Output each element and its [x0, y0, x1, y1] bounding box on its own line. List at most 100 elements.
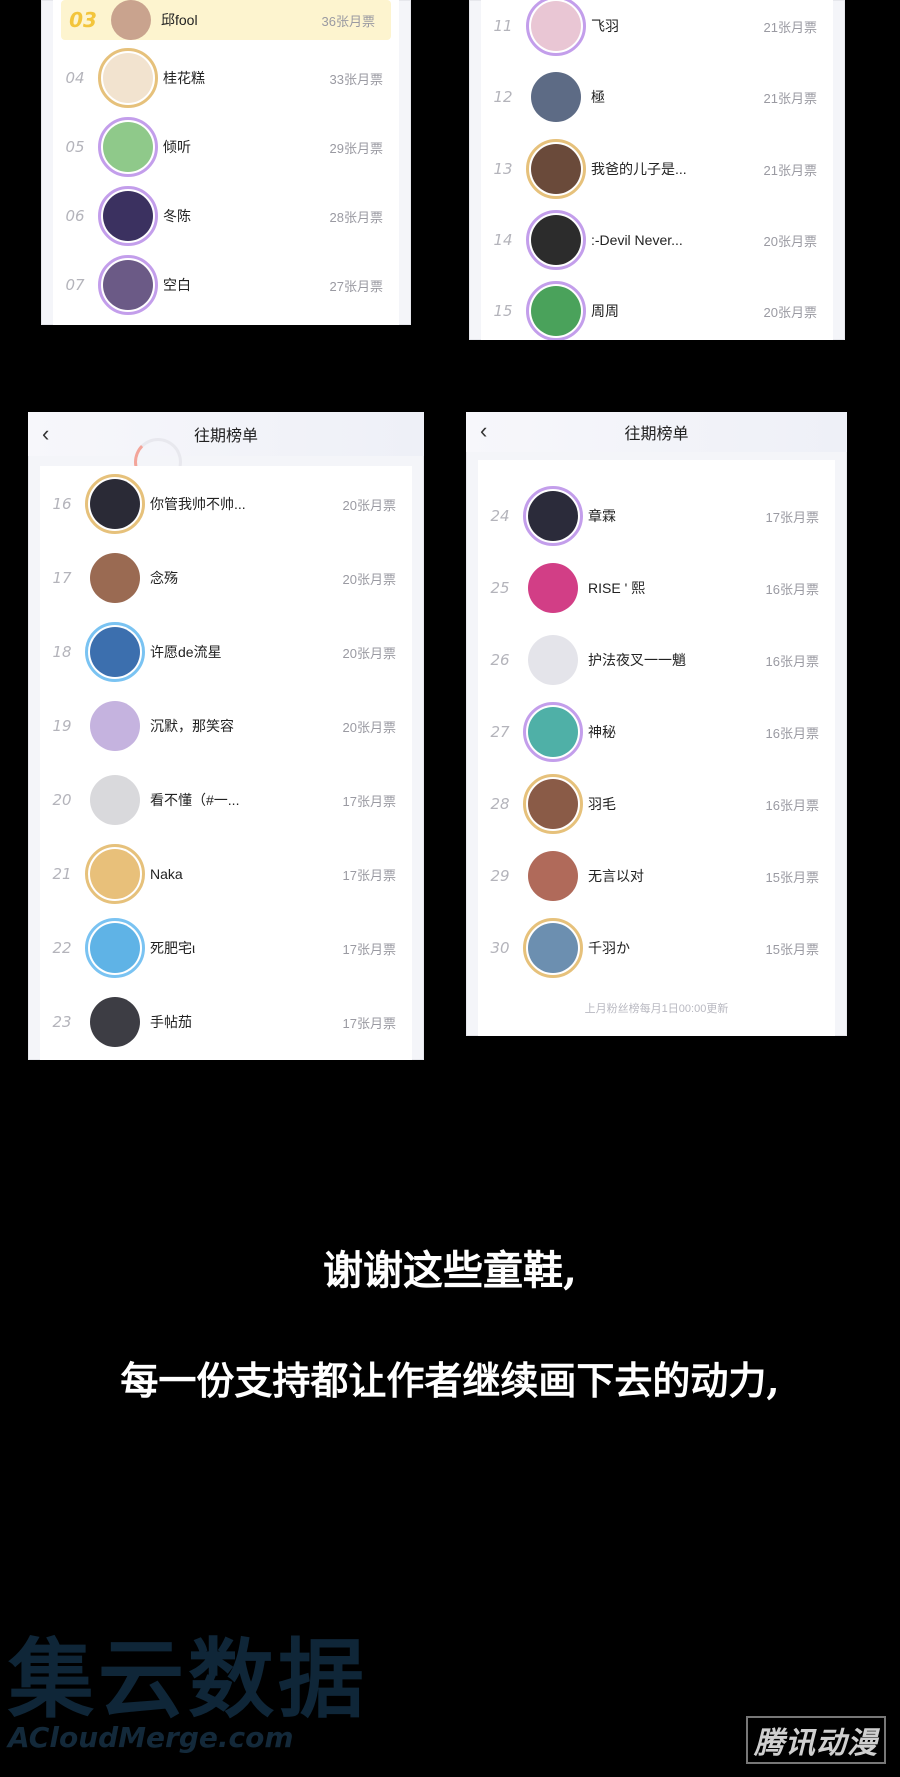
vote-count: 20张月票 — [342, 571, 396, 587]
table-row[interactable]: 14 :-Devil Never... 20张月票 — [481, 210, 833, 270]
avatar — [528, 851, 578, 901]
vote-count: 27张月票 — [329, 278, 383, 294]
update-note: 上月粉丝榜每月1日00:00更新 — [584, 1003, 729, 1015]
user-name: RISE ' 熙 — [588, 580, 646, 596]
vote-count: 36张月票 — [321, 13, 375, 29]
avatar — [526, 281, 586, 340]
panel-top-right: 11 飞羽 21张月票 12 極 21张月票 13 我爸的儿子是... 21张月… — [469, 0, 845, 340]
avatar — [523, 486, 583, 546]
table-row[interactable]: 03 邱fool 36张月票 — [61, 0, 391, 40]
user-name: 冬陈 — [163, 208, 191, 224]
back-icon[interactable]: ‹ — [480, 418, 487, 444]
caption-line-2: 每一份支持都让作者继续画下去的动力, — [120, 1358, 780, 1403]
table-row[interactable]: 25 RISE ' 熙 16张月票 — [478, 558, 835, 618]
rank-number: 26 — [490, 651, 510, 669]
table-row[interactable]: 29 无言以对 15张月票 — [478, 846, 835, 906]
user-name: 桂花糕 — [163, 70, 205, 86]
rank-number: 25 — [490, 579, 510, 597]
table-row[interactable]: 27 神秘 16张月票 — [478, 702, 835, 762]
table-row[interactable]: 15 周周 20张月票 — [481, 281, 833, 340]
rank-number: 14 — [493, 231, 513, 249]
vote-count: 15张月票 — [765, 869, 819, 885]
vote-count: 20张月票 — [763, 233, 817, 249]
rank-number: 17 — [52, 569, 72, 587]
rank-number: 15 — [493, 302, 513, 320]
vote-count: 16张月票 — [765, 581, 819, 597]
rank-number: 13 — [493, 160, 513, 178]
avatar — [523, 918, 583, 978]
table-row[interactable]: 21 Naka 17张月票 — [40, 844, 412, 904]
rank-number: 19 — [52, 717, 72, 735]
avatar — [90, 553, 140, 603]
rank-number: 27 — [490, 723, 510, 741]
table-row[interactable]: 11 飞羽 21张月票 — [481, 0, 833, 56]
avatar — [526, 210, 586, 270]
table-row[interactable]: 17 念殇 20张月票 — [40, 548, 412, 608]
user-name: 手帖茄 — [150, 1014, 192, 1030]
ranking-card: 16 你管我帅不帅... 20张月票 17 念殇 20张月票 18 许愿de流星… — [40, 466, 412, 1060]
avatar — [85, 474, 145, 534]
vote-count: 21张月票 — [763, 19, 817, 35]
user-name: :-Devil Never... — [591, 232, 683, 248]
avatar — [85, 918, 145, 978]
table-row[interactable]: 04 桂花糕 33张月票 — [53, 48, 399, 108]
rank-number: 05 — [65, 138, 85, 156]
vote-count: 16张月票 — [765, 725, 819, 741]
table-row[interactable]: 30 千羽か 15张月票 — [478, 918, 835, 978]
table-row[interactable]: 18 许愿de流星 20张月票 — [40, 622, 412, 682]
rank-number: 03 — [69, 8, 97, 32]
table-row[interactable]: 28 羽毛 16张月票 — [478, 774, 835, 834]
user-name: 死肥宅ι — [150, 940, 196, 956]
user-name: 念殇 — [150, 570, 178, 586]
ranking-card: 03 邱fool 36张月票 04 桂花糕 33张月票 05 倾听 29张月票 … — [53, 0, 399, 325]
table-row[interactable]: 07 空白 27张月票 — [53, 255, 399, 315]
vote-count: 17张月票 — [342, 1015, 396, 1031]
rank-number: 30 — [490, 939, 510, 957]
user-name: 沉默，那笑容 — [150, 718, 234, 734]
avatar — [523, 702, 583, 762]
vote-count: 17张月票 — [342, 867, 396, 883]
user-name: 極 — [591, 89, 605, 105]
rank-number: 04 — [65, 69, 85, 87]
avatar — [98, 255, 158, 315]
vote-count: 17张月票 — [342, 793, 396, 809]
vote-count: 20张月票 — [342, 719, 396, 735]
avatar — [526, 139, 586, 199]
avatar — [98, 186, 158, 246]
table-row[interactable]: 22 死肥宅ι 17张月票 — [40, 918, 412, 978]
vote-count: 16张月票 — [765, 653, 819, 669]
table-row[interactable]: 13 我爸的儿子是... 21张月票 — [481, 139, 833, 199]
table-row[interactable]: 20 看不懂（#一... 17张月票 — [40, 770, 412, 830]
table-row[interactable]: 05 倾听 29张月票 — [53, 117, 399, 177]
rank-number: 16 — [52, 495, 72, 513]
table-row[interactable]: 16 你管我帅不帅... 20张月票 — [40, 474, 412, 534]
user-name: 你管我帅不帅... — [150, 496, 246, 512]
table-row[interactable]: 24 章霖 17张月票 — [478, 486, 835, 546]
table-row[interactable]: 26 护法夜叉一一魈 16张月票 — [478, 630, 835, 690]
table-row[interactable]: 23 手帖茄 17张月票 — [40, 992, 412, 1052]
table-row[interactable]: 19 沉默，那笑容 20张月票 — [40, 696, 412, 756]
table-row[interactable]: 06 冬陈 28张月票 — [53, 186, 399, 246]
avatar — [526, 0, 586, 56]
rank-number: 07 — [65, 276, 85, 294]
watermark: 集云数据 ACloudMerge.com — [8, 1635, 368, 1754]
page-title: 往期榜单 — [624, 426, 689, 443]
avatar — [523, 774, 583, 834]
user-name: 看不懂（#一... — [150, 792, 240, 808]
vote-count: 17张月票 — [765, 509, 819, 525]
user-name: 空白 — [163, 277, 191, 293]
avatar — [98, 117, 158, 177]
page-header: ‹ 往期榜单 — [466, 412, 847, 452]
vote-count: 20张月票 — [342, 645, 396, 661]
rank-number: 22 — [52, 939, 72, 957]
table-row[interactable]: 12 極 21张月票 — [481, 67, 833, 127]
panel-bottom-right: ‹ 往期榜单 24 章霖 17张月票 25 RISE ' 熙 16张月票 26 … — [466, 412, 847, 1036]
ranking-card: 11 飞羽 21张月票 12 極 21张月票 13 我爸的儿子是... 21张月… — [481, 0, 833, 340]
back-icon[interactable]: ‹ — [42, 421, 49, 447]
user-name: 神秘 — [588, 724, 616, 740]
rank-number: 21 — [52, 865, 72, 883]
avatar — [98, 48, 158, 108]
vote-count: 21张月票 — [763, 90, 817, 106]
rank-number: 11 — [493, 17, 513, 35]
avatar — [85, 622, 145, 682]
